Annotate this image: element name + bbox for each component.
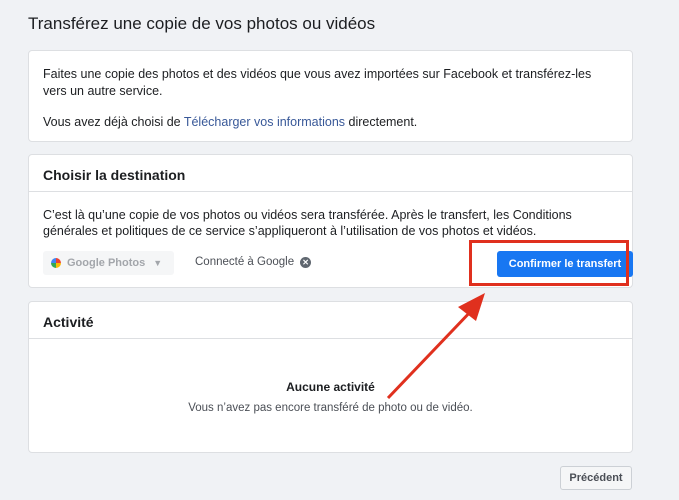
- disconnect-icon[interactable]: ✕: [300, 256, 312, 268]
- destination-header: Choisir la destination: [29, 155, 632, 192]
- intro-text: Faites une copie des photos et des vidéo…: [43, 67, 592, 98]
- intro-choice-suffix: directement.: [345, 115, 418, 129]
- previous-button[interactable]: Précédent: [560, 466, 632, 490]
- page-title: Transférez une copie de vos photos ou vi…: [28, 14, 376, 33]
- activity-card: Activité Aucune activité Vous n’avez pas…: [28, 301, 633, 453]
- intro-card: Faites une copie des photos et des vidéo…: [28, 50, 633, 142]
- intro-choice-prefix: Vous avez déjà choisi de: [43, 115, 184, 129]
- connected-label: Connecté à Google: [195, 256, 295, 268]
- download-info-link[interactable]: Télécharger vos informations: [184, 115, 345, 129]
- service-select[interactable]: Google Photos ▼: [43, 251, 174, 275]
- intro-choice-text: Vous avez déjà choisi de Télécharger vos…: [43, 114, 618, 131]
- google-photos-icon: [51, 258, 61, 268]
- annotation-highlight-box: [469, 240, 629, 286]
- connection-status: Connecté à Google ✕: [195, 256, 312, 268]
- activity-header: Activité: [29, 302, 632, 339]
- service-select-value: Google Photos: [67, 257, 146, 269]
- empty-activity-subtitle: Vous n’avez pas encore transféré de phot…: [188, 402, 473, 414]
- caret-down-icon: ▼: [153, 258, 163, 268]
- destination-description: C’est là qu’une copie de vos photos ou v…: [43, 208, 572, 238]
- empty-activity-title: Aucune activité: [286, 380, 375, 394]
